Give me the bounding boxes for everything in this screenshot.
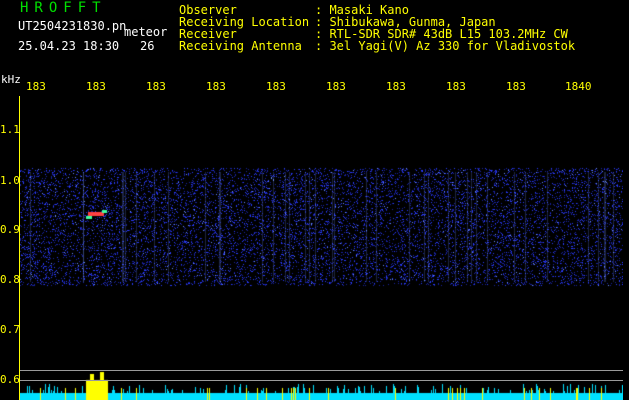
freq-tick-label: 0.8 [0, 273, 20, 286]
info-value: : 3el Yagi(V) Az 330 for Vladivostok [315, 39, 576, 53]
info-label: Receiving Antenna [179, 39, 302, 53]
time-tick-label: 183 [206, 80, 226, 93]
time-tick-label: 183 [326, 80, 346, 93]
frequency-unit-label: kHz [1, 73, 21, 86]
freq-tick-label: 1.1 [0, 123, 20, 136]
freq-tick-label: 0.9 [0, 223, 20, 236]
app-title: HROFFT [20, 0, 107, 16]
histogram-top-line [20, 370, 623, 371]
time-tick-label: 183 [146, 80, 166, 93]
time-tick-label: 183 [26, 80, 46, 93]
freq-tick-label: 0.7 [0, 323, 20, 336]
time-tick-label: 183 [386, 80, 406, 93]
histogram-baseline [20, 380, 623, 381]
detection-type-label: meteor [124, 25, 168, 39]
file-name-label: UT2504231830.pn [18, 19, 127, 33]
time-tick-label: 1840 [565, 80, 592, 93]
time-tick-label: 183 [446, 80, 466, 93]
time-tick-label: 183 [266, 80, 286, 93]
spectrogram-plot [20, 96, 623, 400]
echo-count-label: 26 [140, 39, 155, 53]
freq-tick-label: 1.0 [0, 174, 20, 187]
freq-tick-label: 0.6 [0, 373, 20, 386]
time-tick-label: 183 [86, 80, 106, 93]
time-tick-label: 183 [506, 80, 526, 93]
timestamp-label: 25.04.23 18:30 [18, 39, 120, 53]
frequency-axis-line [19, 96, 20, 400]
